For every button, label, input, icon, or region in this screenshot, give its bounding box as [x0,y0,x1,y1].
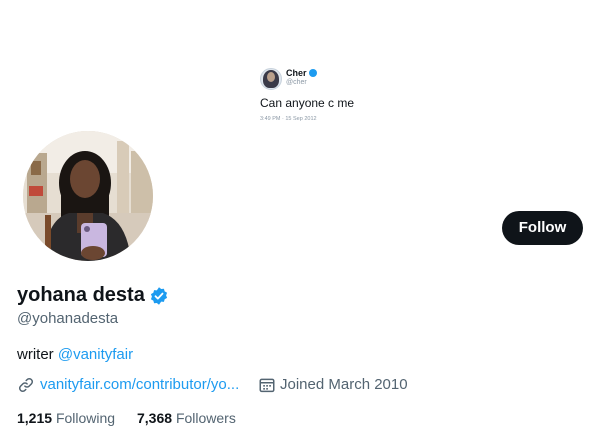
verified-icon[interactable] [149,286,169,306]
following-link[interactable]: 1,215 Following [17,410,115,426]
profile-handle: @yohanadesta [17,310,119,327]
display-name: yohana desta [17,284,145,306]
following-label: Following [55,410,116,426]
followers-link[interactable]: 7,368 Followers [137,410,236,426]
profile-avatar[interactable] [20,128,156,264]
followers-label: Followers [175,410,236,426]
tweet-author-name: Cher [286,68,307,78]
website-link[interactable]: vanityfair.com/contributor/yo... [40,376,239,393]
following-count: 1,215 [17,410,53,426]
tweet-author-handle: @cher [286,79,307,86]
tweet-avatar [260,68,282,90]
tweet-text: Can anyone c me [260,96,355,110]
follow-button[interactable]: Follow [502,211,583,245]
profile-bio: writer @vanityfair [17,346,133,363]
calendar-icon [259,378,275,393]
followers-count: 7,368 [137,410,173,426]
tweet-timestamp: 3:49 PM · 15 Sep 2012 [260,116,317,122]
joined-date: Joined March 2010 [280,376,408,393]
link-icon [18,377,34,393]
tweet-verified-icon [308,69,317,77]
bio-text: writer [17,346,58,363]
avatar-photo [23,131,153,261]
bio-mention-link[interactable]: @vanityfair [58,346,133,363]
